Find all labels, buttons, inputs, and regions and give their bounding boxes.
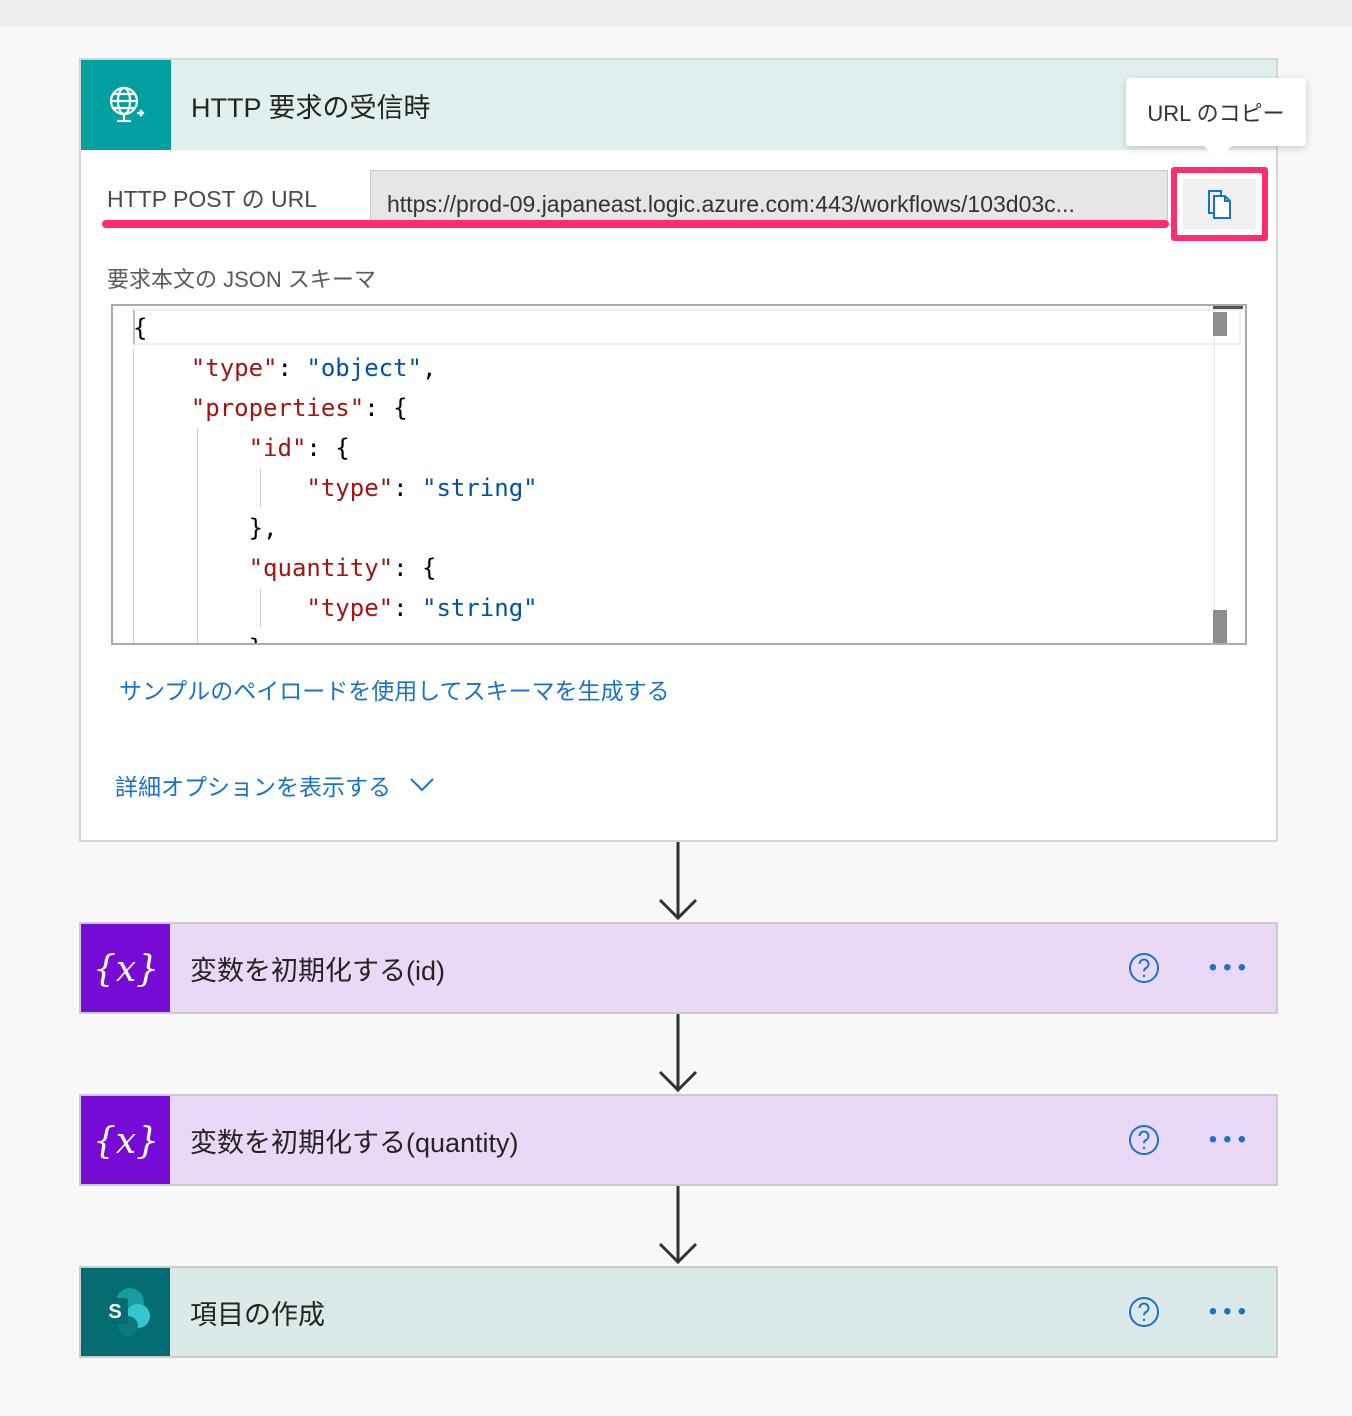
- variable-icon: {𝑥}: [81, 924, 170, 1012]
- url-field[interactable]: https://prod-09.japaneast.logic.azure.co…: [370, 170, 1168, 222]
- trigger-title: HTTP 要求の受信時: [191, 92, 431, 123]
- help-icon[interactable]: [1127, 951, 1161, 985]
- connector-arrow: [658, 842, 698, 921]
- svg-text:{𝑥}: {𝑥}: [93, 949, 159, 990]
- json-schema-editor[interactable]: { "type": "object", "properties": { "id"…: [111, 304, 1247, 645]
- json-code: { "type": "object", "properties": { "id"…: [133, 314, 538, 643]
- action-card-init-variable-quantity[interactable]: {𝑥} 変数を初期化する(quantity) •••: [79, 1094, 1278, 1186]
- connector-arrow: [658, 1186, 698, 1265]
- globe-request-icon: [81, 60, 171, 150]
- variable-icon: {𝑥}: [81, 1096, 170, 1184]
- copy-button-highlight: [1171, 167, 1268, 241]
- generate-schema-link[interactable]: サンプルのペイロードを使用してスキーマを生成する: [119, 672, 670, 706]
- advanced-options-link[interactable]: 詳細オプションを表示する: [115, 768, 435, 802]
- trigger-header[interactable]: HTTP 要求の受信時: [81, 60, 1276, 150]
- more-options-button[interactable]: •••: [1209, 956, 1252, 980]
- scrollbar-track[interactable]: [1214, 306, 1215, 643]
- chevron-down-icon: [410, 778, 434, 792]
- highlight-underline: [102, 220, 1169, 228]
- connector-arrow: [658, 1014, 698, 1093]
- more-options-button[interactable]: •••: [1209, 1128, 1252, 1152]
- scrollbar-top-line: [1213, 306, 1243, 309]
- action-card-init-variable-id[interactable]: {𝑥} 変数を初期化する(id) •••: [79, 922, 1278, 1014]
- scrollbar-thumb-bottom[interactable]: [1213, 610, 1227, 643]
- top-band: [0, 0, 1352, 26]
- svg-text:{𝑥}: {𝑥}: [93, 1121, 159, 1162]
- copy-url-button[interactable]: [1183, 179, 1256, 229]
- action-title: 項目の作成: [190, 1299, 325, 1330]
- copy-icon: [1207, 190, 1231, 219]
- sharepoint-icon: S: [81, 1268, 170, 1356]
- scrollbar-thumb-top[interactable]: [1213, 312, 1227, 336]
- action-title: 変数を初期化する(quantity): [190, 1127, 519, 1158]
- help-icon[interactable]: [1127, 1295, 1161, 1329]
- url-label: HTTP POST の URL: [107, 186, 318, 212]
- action-card-create-item[interactable]: S 項目の作成 •••: [79, 1266, 1278, 1358]
- http-trigger-card: HTTP 要求の受信時 HTTP POST の URL https://prod…: [79, 58, 1278, 842]
- copy-url-tooltip: URL のコピー: [1126, 78, 1306, 160]
- schema-label: 要求本文の JSON スキーマ: [107, 267, 376, 292]
- svg-text:S: S: [108, 1301, 121, 1323]
- help-icon[interactable]: [1127, 1123, 1161, 1157]
- more-options-button[interactable]: •••: [1209, 1300, 1252, 1324]
- action-title: 変数を初期化する(id): [190, 955, 445, 986]
- advanced-options-label: 詳細オプションを表示する: [115, 774, 391, 800]
